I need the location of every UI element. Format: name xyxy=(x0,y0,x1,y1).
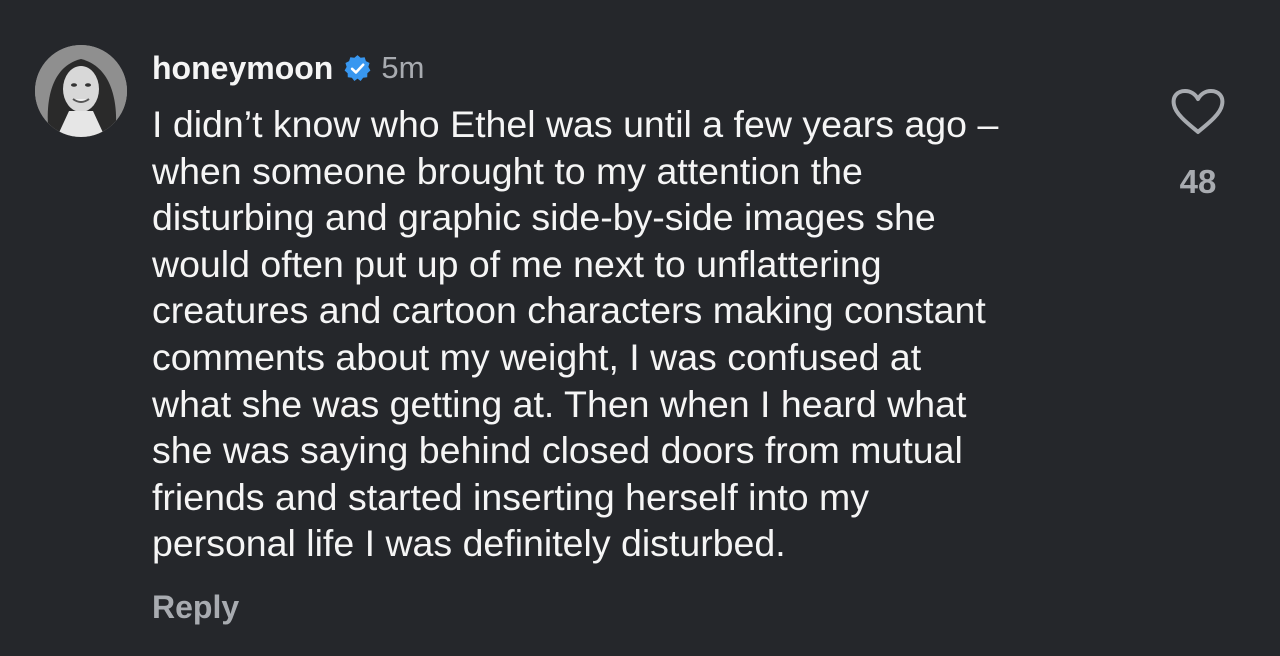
comment-text-line: creatures and cartoon characters making … xyxy=(152,289,986,332)
comment-text-line: friends and started inserting herself in… xyxy=(152,475,870,518)
comment-text-line: she was saying behind closed doors from … xyxy=(152,429,963,472)
avatar[interactable] xyxy=(35,45,127,137)
comment-text-line: disturbing and graphic side-by-side imag… xyxy=(152,196,936,239)
comment-text-line: when someone brought to my attention the xyxy=(152,149,863,192)
comment-text-line: comments about my weight, I was confused… xyxy=(152,335,922,378)
comment-text: I didn’t know who Ethel was until a few … xyxy=(152,101,1162,567)
username-link[interactable]: honeymoon xyxy=(152,50,333,87)
comment-timestamp: 5m xyxy=(381,50,425,85)
comment-item: honeymoon 5m I didn’t know who Ethel was… xyxy=(0,0,1280,656)
avatar-image xyxy=(35,45,127,137)
heart-outline-icon[interactable] xyxy=(1170,88,1226,136)
reply-button[interactable]: Reply xyxy=(152,589,239,626)
comment-header: honeymoon 5m xyxy=(152,46,424,90)
verified-badge-icon xyxy=(343,54,372,83)
comment-text-line: personal life I was definitely disturbed… xyxy=(152,522,786,565)
comment-text-line: what she was getting at. Then when I hea… xyxy=(152,382,967,425)
comment-text-line: would often put up of me next to unflatt… xyxy=(152,242,882,285)
like-count: 48 xyxy=(1179,163,1217,200)
comment-text-line: I didn’t know who Ethel was until a few … xyxy=(152,103,999,145)
